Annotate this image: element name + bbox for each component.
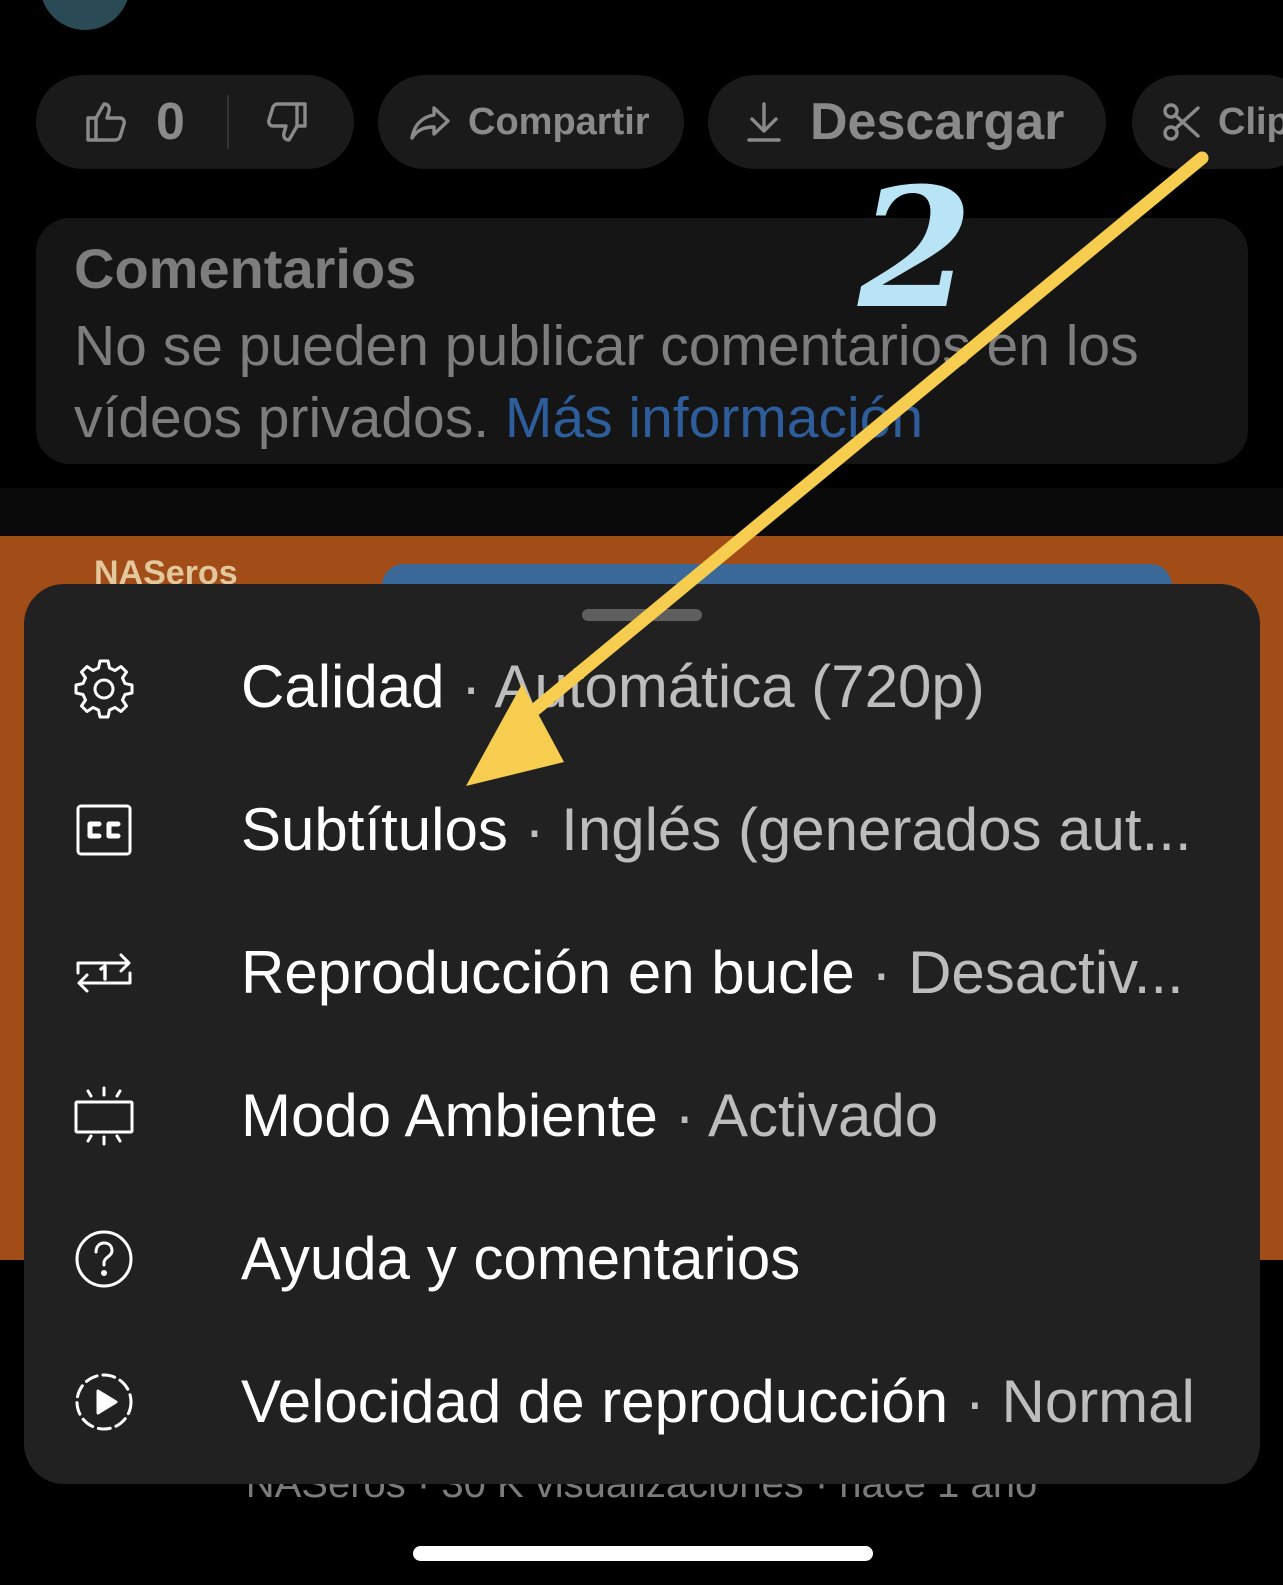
- gear-icon: [72, 655, 136, 719]
- channel-avatar[interactable]: [40, 0, 130, 30]
- menu-item-separator: ·: [674, 1082, 695, 1149]
- menu-item-quality[interactable]: Calidad · Automática (720p): [24, 615, 1260, 759]
- share-arrow-icon: [410, 106, 450, 140]
- loop-icon: [72, 941, 136, 1005]
- like-count: 0: [156, 93, 185, 151]
- ambient-mode-icon: [72, 1084, 136, 1148]
- menu-item-value: Inglés (generados aut...: [561, 796, 1192, 863]
- section-divider: [0, 488, 1283, 536]
- download-icon: [747, 102, 781, 142]
- playback-speed-icon: [72, 1370, 136, 1434]
- menu-item-separator: ·: [964, 1368, 985, 1435]
- menu-item-loop[interactable]: Reproducción en bucle · Desactiv...: [24, 901, 1260, 1045]
- menu-item-playback-speed[interactable]: Velocidad de reproducción · Normal: [24, 1330, 1260, 1474]
- menu-item-value: Activado: [707, 1082, 939, 1149]
- cc-icon: [72, 798, 136, 862]
- settings-sheet: Calidad · Automática (720p) Subtítulos ·…: [24, 584, 1260, 1484]
- menu-item-ambient-mode[interactable]: Modo Ambiente · Activado: [24, 1044, 1260, 1188]
- like-dislike-chip: 0: [36, 75, 354, 169]
- thumbs-down-icon: [266, 102, 307, 142]
- menu-item-help[interactable]: Ayuda y comentarios: [24, 1187, 1260, 1331]
- menu-item-subtitles[interactable]: Subtítulos · Inglés (generados aut...: [24, 758, 1260, 902]
- menu-item-label: Subtítulos: [241, 796, 508, 863]
- menu-item-value: Desactiv...: [908, 939, 1184, 1006]
- home-indicator[interactable]: [413, 1546, 873, 1561]
- menu-item-separator: ·: [524, 796, 545, 863]
- more-info-link[interactable]: Más información: [505, 386, 923, 450]
- menu-item-label: Velocidad de reproducción: [241, 1368, 949, 1435]
- comments-disabled-message: No se pueden publicar comentarios en los…: [74, 310, 1224, 454]
- share-button[interactable]: Compartir: [378, 75, 684, 169]
- download-button[interactable]: Descargar: [708, 75, 1106, 169]
- menu-item-label: Modo Ambiente: [241, 1082, 658, 1149]
- menu-item-label: Calidad: [241, 653, 445, 720]
- menu-item-value: Normal: [1001, 1368, 1195, 1435]
- menu-item-value: Automática (720p): [494, 653, 985, 720]
- comments-panel[interactable]: Comentarios No se pueden publicar coment…: [36, 218, 1248, 464]
- like-button[interactable]: 0: [82, 92, 185, 152]
- thumbs-up-icon: [86, 102, 126, 142]
- comments-title: Comentarios: [74, 237, 417, 300]
- help-icon: [72, 1227, 136, 1291]
- menu-item-separator: ·: [461, 653, 482, 720]
- share-label: Compartir: [468, 100, 650, 143]
- chip-divider: [226, 95, 229, 149]
- clip-label: Clip: [1218, 100, 1283, 143]
- download-label: Descargar: [810, 93, 1065, 151]
- menu-item-label: Reproducción en bucle: [241, 939, 855, 1006]
- menu-item-separator: ·: [871, 939, 892, 1006]
- dislike-button[interactable]: [263, 98, 311, 146]
- menu-item-label: Ayuda y comentarios: [241, 1225, 801, 1292]
- scissors-icon: [1163, 103, 1200, 141]
- clip-button[interactable]: Clip: [1132, 75, 1283, 169]
